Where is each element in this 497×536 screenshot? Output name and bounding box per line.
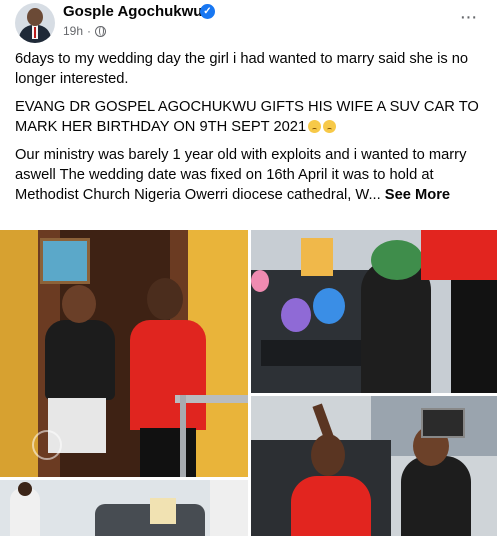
photo-car-gift[interactable] — [0, 480, 248, 536]
photo-rail-post — [180, 395, 186, 477]
photo-headwrap — [371, 240, 423, 280]
photo-grid — [0, 230, 497, 536]
verified-badge-icon: ✓ — [200, 4, 215, 19]
post-paragraph-2-text: EVANG DR GOSPEL AGOCHUKWU GIFTS HIS WIFE… — [15, 99, 479, 135]
photo-person-2 — [210, 480, 248, 536]
photo-balloon-blue — [313, 288, 345, 324]
photo-phone — [421, 408, 465, 438]
photo-couple-at-door[interactable] — [0, 230, 248, 477]
avatar-head — [27, 8, 43, 26]
photo-frame — [40, 238, 90, 284]
photo-man-shirt — [421, 230, 497, 280]
post-paragraph-2: EVANG DR GOSPEL AGOCHUKWU GIFTS HIS WIFE… — [15, 98, 485, 137]
photo-person-head — [18, 482, 32, 496]
photo-man-shirt — [130, 320, 206, 430]
photo-man-pants — [140, 428, 196, 477]
more-options-icon[interactable]: ··· — [456, 7, 480, 30]
sad-face-emoji-icon — [308, 119, 322, 133]
photo-woman-face — [62, 285, 96, 323]
photo-man-legs — [451, 280, 497, 393]
photo-gift — [301, 238, 333, 276]
photo-man-shirt — [291, 476, 371, 536]
post-time[interactable]: 19h — [63, 24, 83, 38]
photo-man-face — [147, 278, 183, 320]
post-paragraph-3: Our ministry was barely 1 year old with … — [15, 146, 485, 205]
post-meta: 19h · — [63, 24, 107, 38]
photo-woman-shirt — [45, 320, 115, 400]
post-header: Gosple Agochukwu ✓ 19h · ··· — [0, 0, 497, 44]
meta-separator: · — [87, 24, 92, 38]
photo-gift — [150, 498, 176, 524]
post-paragraph-1: 6days to my wedding day the girl i had w… — [15, 51, 469, 87]
photo-celebration[interactable] — [251, 396, 497, 536]
photo-balloon-purple — [281, 298, 311, 332]
watermark-seal — [32, 430, 62, 460]
photo-man-face — [311, 434, 345, 476]
photo-suv-balloons[interactable] — [251, 230, 497, 393]
photo-grille — [261, 340, 371, 366]
see-more-link[interactable]: See More — [385, 187, 450, 203]
photo-woman — [401, 456, 471, 536]
globe-icon[interactable] — [95, 25, 107, 37]
avatar[interactable] — [15, 3, 55, 43]
post-text: 6days to my wedding day the girl i had w… — [15, 50, 485, 214]
author-name[interactable]: Gosple Agochukwu — [63, 3, 202, 20]
avatar-tie — [34, 27, 36, 38]
photo-balloon-pink — [251, 270, 269, 292]
sad-face-emoji-icon — [323, 119, 337, 133]
